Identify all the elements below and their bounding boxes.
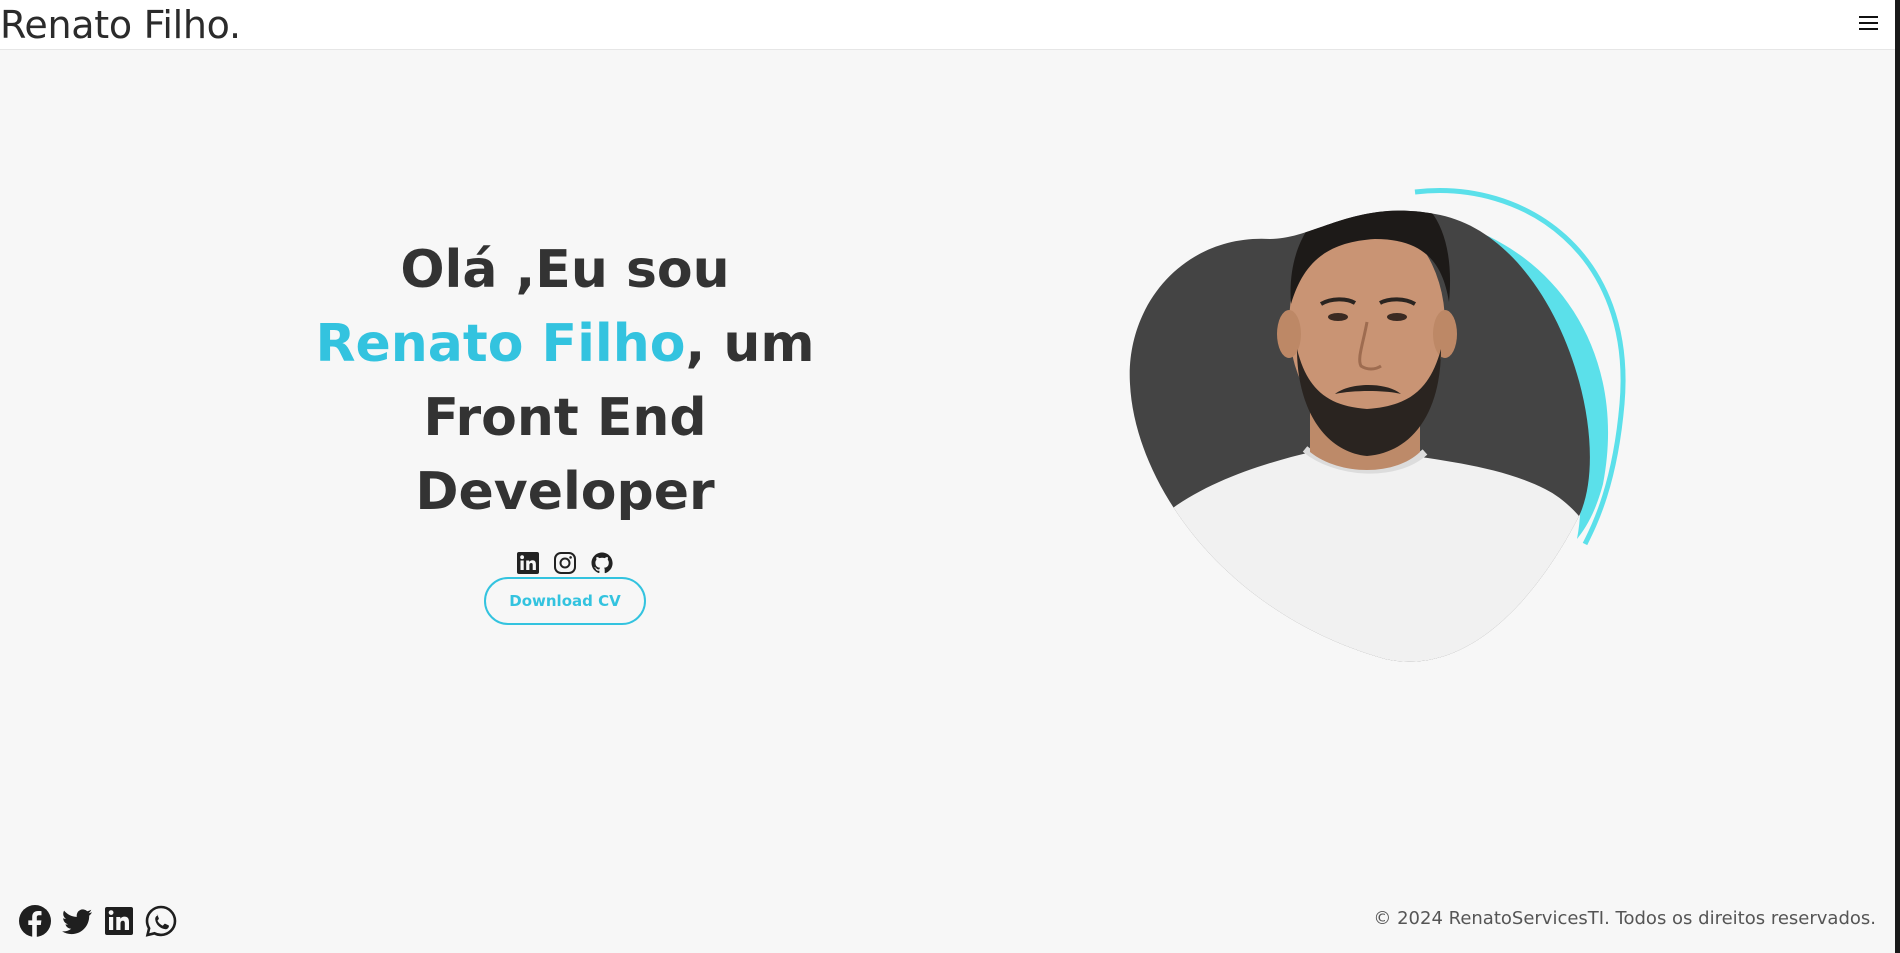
footer-social-links [18,904,178,938]
hamburger-menu-icon[interactable] [1858,12,1880,34]
facebook-icon[interactable] [18,904,52,938]
linkedin-icon[interactable] [102,904,136,938]
hero-title-greeting: Olá ,Eu sou [400,240,730,300]
download-cv-button[interactable]: Download CV [484,577,646,625]
hero-title-name: Renato Filho [315,314,686,374]
linkedin-icon[interactable] [516,551,540,575]
copyright-text: © 2024 RenatoServicesTI. Todos os direit… [1373,908,1876,929]
hero-intro: Olá ,Eu sou Renato Filho, um Front End D… [290,233,840,625]
profile-photo [1125,184,1635,674]
hero-social-links [290,551,840,575]
brand-logo-text[interactable]: Renato Filho. [0,3,241,47]
instagram-icon[interactable] [553,551,577,575]
window-edge [1895,0,1900,953]
github-icon[interactable] [590,551,614,575]
whatsapp-icon[interactable] [144,904,178,938]
twitter-icon[interactable] [60,904,94,938]
site-header: Renato Filho. [0,0,1895,50]
hero-title: Olá ,Eu sou Renato Filho, um Front End D… [290,233,840,529]
